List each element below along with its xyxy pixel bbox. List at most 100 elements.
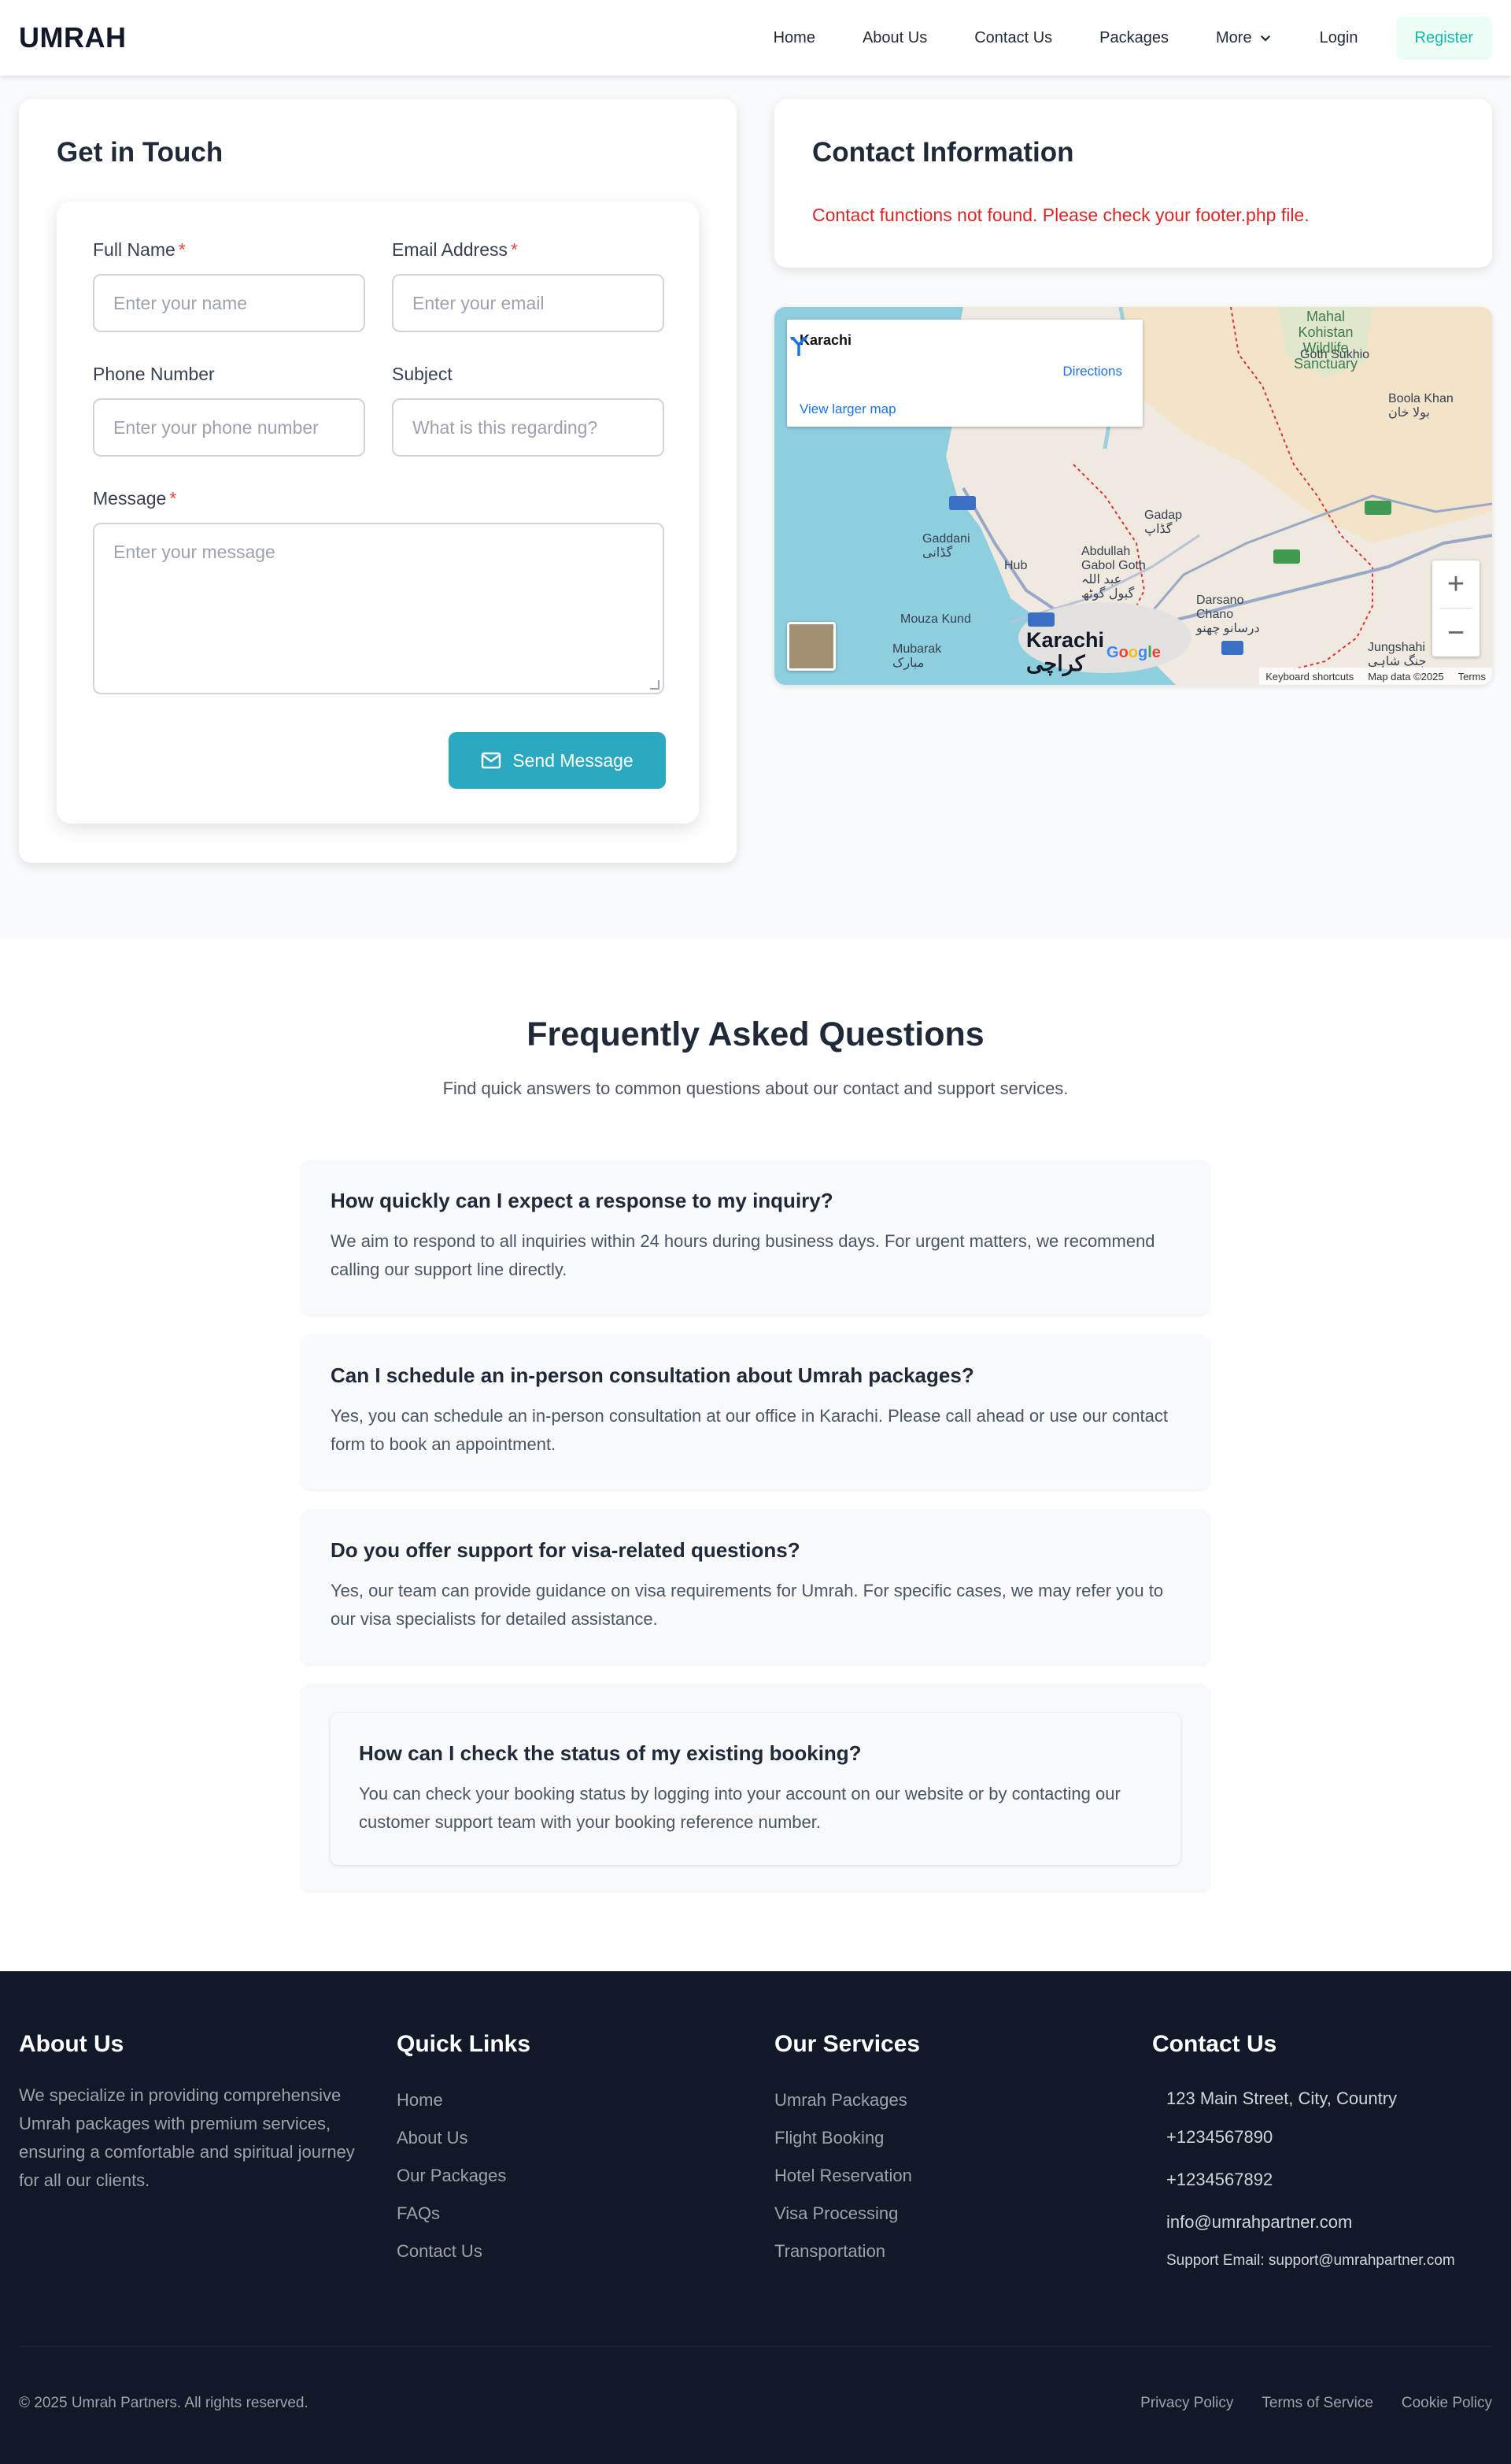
map-label-mubarak: Mubarak مبارک (892, 642, 942, 670)
map-data-text: Map data ©2025 (1368, 670, 1444, 683)
message-textarea[interactable]: Enter your message (93, 523, 664, 694)
send-message-label: Send Message (512, 749, 634, 771)
faq-answer: Yes, you can schedule an in-person consu… (331, 1406, 1169, 1454)
footer-service-umrah[interactable]: Umrah Packages (774, 2081, 1121, 2119)
contact-form-card: Get in Touch Full Name * Enter your name … (19, 99, 737, 863)
footer-link-faqs[interactable]: FAQs (397, 2195, 743, 2233)
nav-packages[interactable]: Packages (1076, 29, 1192, 47)
contact-info-card: Contact Information Contact functions no… (774, 99, 1492, 268)
footer-services-title: Our Services (774, 2031, 921, 2057)
map-place-card: Karachi Directions View larger map (787, 320, 1143, 427)
required-marker: * (169, 488, 177, 509)
footer-phone-1: +1234567890 (1166, 2127, 1273, 2147)
nav-links: Home About Us Contact Us Packages More L… (750, 16, 1492, 60)
chevron-down-icon (1260, 35, 1270, 42)
navbar: UMRAH Home About Us Contact Us Packages … (0, 0, 1511, 76)
embedded-map[interactable]: Goth Sukhio Mahal Kohistan Wildlife Sanc… (774, 307, 1492, 685)
footer-about: About Us We specialize in providing comp… (19, 2031, 365, 2195)
faq-item[interactable]: How quickly can I expect a response to m… (302, 1160, 1209, 1315)
footer-support-email: Support Email: support@umrahpartner.com (1166, 2252, 1455, 2269)
faq-subtitle: Find quick answers to common questions a… (442, 1078, 1069, 1098)
contact-info-title: Contact Information (812, 137, 1074, 168)
map-label-mouza: Mouza Kund (900, 612, 971, 626)
phone-input[interactable]: Enter your phone number (93, 398, 365, 457)
full-name-label-text: Full Name (93, 239, 175, 260)
footer-service-flight[interactable]: Flight Booking (774, 2119, 1121, 2157)
subject-label: Subject (392, 364, 453, 384)
keyboard-shortcuts-link[interactable]: Keyboard shortcuts (1265, 671, 1354, 683)
footer-link-about[interactable]: About Us (397, 2119, 743, 2157)
cookie-policy-link[interactable]: Cookie Policy (1402, 2395, 1492, 2412)
privacy-policy-link[interactable]: Privacy Policy (1140, 2395, 1233, 2412)
zoom-separator (1440, 608, 1472, 609)
footer-copyright: © 2025 Umrah Partners. All rights reserv… (19, 2395, 308, 2411)
faq-question: Do you offer support for visa-related qu… (331, 1538, 800, 1562)
site-footer: About Us We specialize in providing comp… (0, 1971, 1511, 2464)
message-label: Message * (93, 488, 176, 509)
nav-about[interactable]: About Us (839, 29, 951, 47)
email-input[interactable]: Enter your email (392, 274, 664, 332)
footer-service-hotel[interactable]: Hotel Reservation (774, 2157, 1121, 2195)
nav-more-dropdown[interactable]: More (1192, 29, 1296, 47)
footer-email: info@umrahpartner.com (1166, 2212, 1353, 2232)
footer-about-title: About Us (19, 2031, 124, 2057)
phone-label: Phone Number (93, 364, 215, 384)
footer-link-packages[interactable]: Our Packages (397, 2157, 743, 2195)
faq-item[interactable]: Can I schedule an in-person consultation… (302, 1335, 1209, 1489)
footer-phone-2: +1234567892 (1166, 2170, 1273, 2189)
footer-about-text: We specialize in providing comprehensive… (19, 2085, 355, 2190)
resize-handle[interactable] (650, 680, 659, 690)
brand-logo[interactable]: UMRAH (19, 21, 126, 54)
footer-legal-links: Privacy Policy Terms of Service Cookie P… (1140, 2395, 1492, 2412)
view-larger-map-link[interactable]: View larger map (800, 401, 896, 417)
faq-item-inner: How can I check the status of my existin… (331, 1713, 1180, 1865)
footer-service-transport[interactable]: Transportation (774, 2233, 1121, 2270)
map-label-gadap: Gadap گڈاپ (1144, 509, 1183, 536)
email-label: Email Address * (392, 239, 518, 261)
directions-link[interactable]: Directions (1062, 364, 1122, 379)
faq-section: Frequently Asked Questions Find quick an… (0, 938, 1511, 1971)
form-title: Get in Touch (57, 137, 224, 168)
required-marker: * (511, 239, 518, 260)
map-terms-link[interactable]: Terms (1458, 671, 1486, 683)
map-label-mahal: Mahal Kohistan Wildlife Sanctuary (1294, 309, 1358, 372)
map-label-gaddani: Gaddani گڈانی (922, 532, 970, 560)
directions-icon[interactable] (787, 334, 811, 357)
google-logo: Google (1106, 644, 1161, 661)
footer-services: Our Services Umrah Packages Flight Booki… (774, 2031, 1121, 2270)
footer-address: 123 Main Street, City, Country (1166, 2088, 1398, 2108)
faq-answer: We aim to respond to all inquiries withi… (331, 1231, 1155, 1279)
map-label-abdullah: Abdullah Gabol Goth عبد اللہ گبول گوٹھ (1081, 545, 1146, 601)
map-label-karachi: Karachi کراچی (1026, 628, 1105, 675)
satellite-toggle[interactable] (787, 622, 836, 671)
zoom-out-button[interactable]: − (1432, 609, 1480, 657)
footer-service-visa[interactable]: Visa Processing (774, 2195, 1121, 2233)
nav-contact[interactable]: Contact Us (951, 29, 1076, 47)
footer-link-contact[interactable]: Contact Us (397, 2233, 743, 2270)
zoom-controls: + − (1432, 561, 1480, 657)
faq-item[interactable]: How can I check the status of my existin… (302, 1685, 1209, 1891)
footer-contact-title: Contact Us (1152, 2031, 1277, 2057)
subject-input[interactable]: What is this regarding? (392, 398, 664, 457)
faq-item[interactable]: Do you offer support for visa-related qu… (302, 1510, 1209, 1664)
nav-home[interactable]: Home (750, 29, 839, 47)
faq-question: How can I check the status of my existin… (359, 1741, 862, 1765)
zoom-in-button[interactable]: + (1432, 561, 1480, 608)
full-name-input[interactable]: Enter your name (93, 274, 365, 332)
footer-quick-links: Quick Links Home About Us Our Packages F… (397, 2031, 743, 2270)
footer-link-home[interactable]: Home (397, 2081, 743, 2119)
faq-question: Can I schedule an in-person consultation… (331, 1363, 974, 1387)
map-label-darsano: Darsano Chano درسانو چھنو (1196, 594, 1260, 635)
send-message-button[interactable]: Send Message (449, 732, 666, 789)
contact-form: Full Name * Enter your name Email Address… (57, 202, 699, 823)
faq-question: How quickly can I expect a response to m… (331, 1189, 833, 1212)
terms-of-service-link[interactable]: Terms of Service (1262, 2395, 1372, 2412)
email-label-text: Email Address (392, 239, 508, 260)
nav-login[interactable]: Login (1296, 29, 1382, 47)
register-button[interactable]: Register (1395, 16, 1492, 60)
map-label-boola: Boola Khan بولا خان (1388, 392, 1454, 420)
faq-answer: You can check your booking status by log… (359, 1784, 1121, 1832)
envelope-icon (482, 752, 501, 769)
full-name-label: Full Name * (93, 239, 186, 261)
map-attribution: Keyboard shortcuts Map data ©2025 Terms (1259, 668, 1492, 685)
